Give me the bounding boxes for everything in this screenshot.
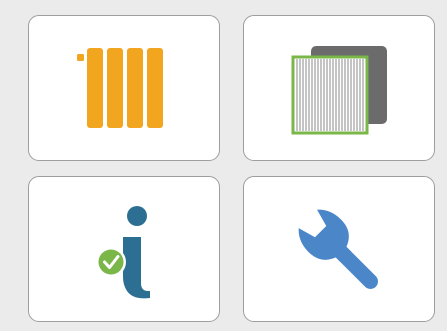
- radiator-tile[interactable]: [28, 15, 220, 161]
- info-check-icon: [96, 206, 150, 299]
- radiator-fin: [107, 48, 123, 128]
- check-badge: [98, 249, 124, 275]
- radiator-icon: [77, 48, 163, 128]
- menu-grid: [0, 0, 447, 331]
- info-dot: [127, 206, 147, 226]
- radiator-fin: [127, 48, 143, 128]
- radiator-fin: [87, 48, 103, 128]
- air-filter-icon: [291, 46, 387, 135]
- wrench-icon: [298, 209, 378, 289]
- radiator-valve: [77, 54, 84, 61]
- info-tile[interactable]: [28, 176, 220, 322]
- air-filter-tile[interactable]: [243, 15, 435, 161]
- info-stem: [123, 237, 150, 299]
- radiator-fin: [147, 48, 163, 128]
- service-tile[interactable]: [243, 176, 435, 322]
